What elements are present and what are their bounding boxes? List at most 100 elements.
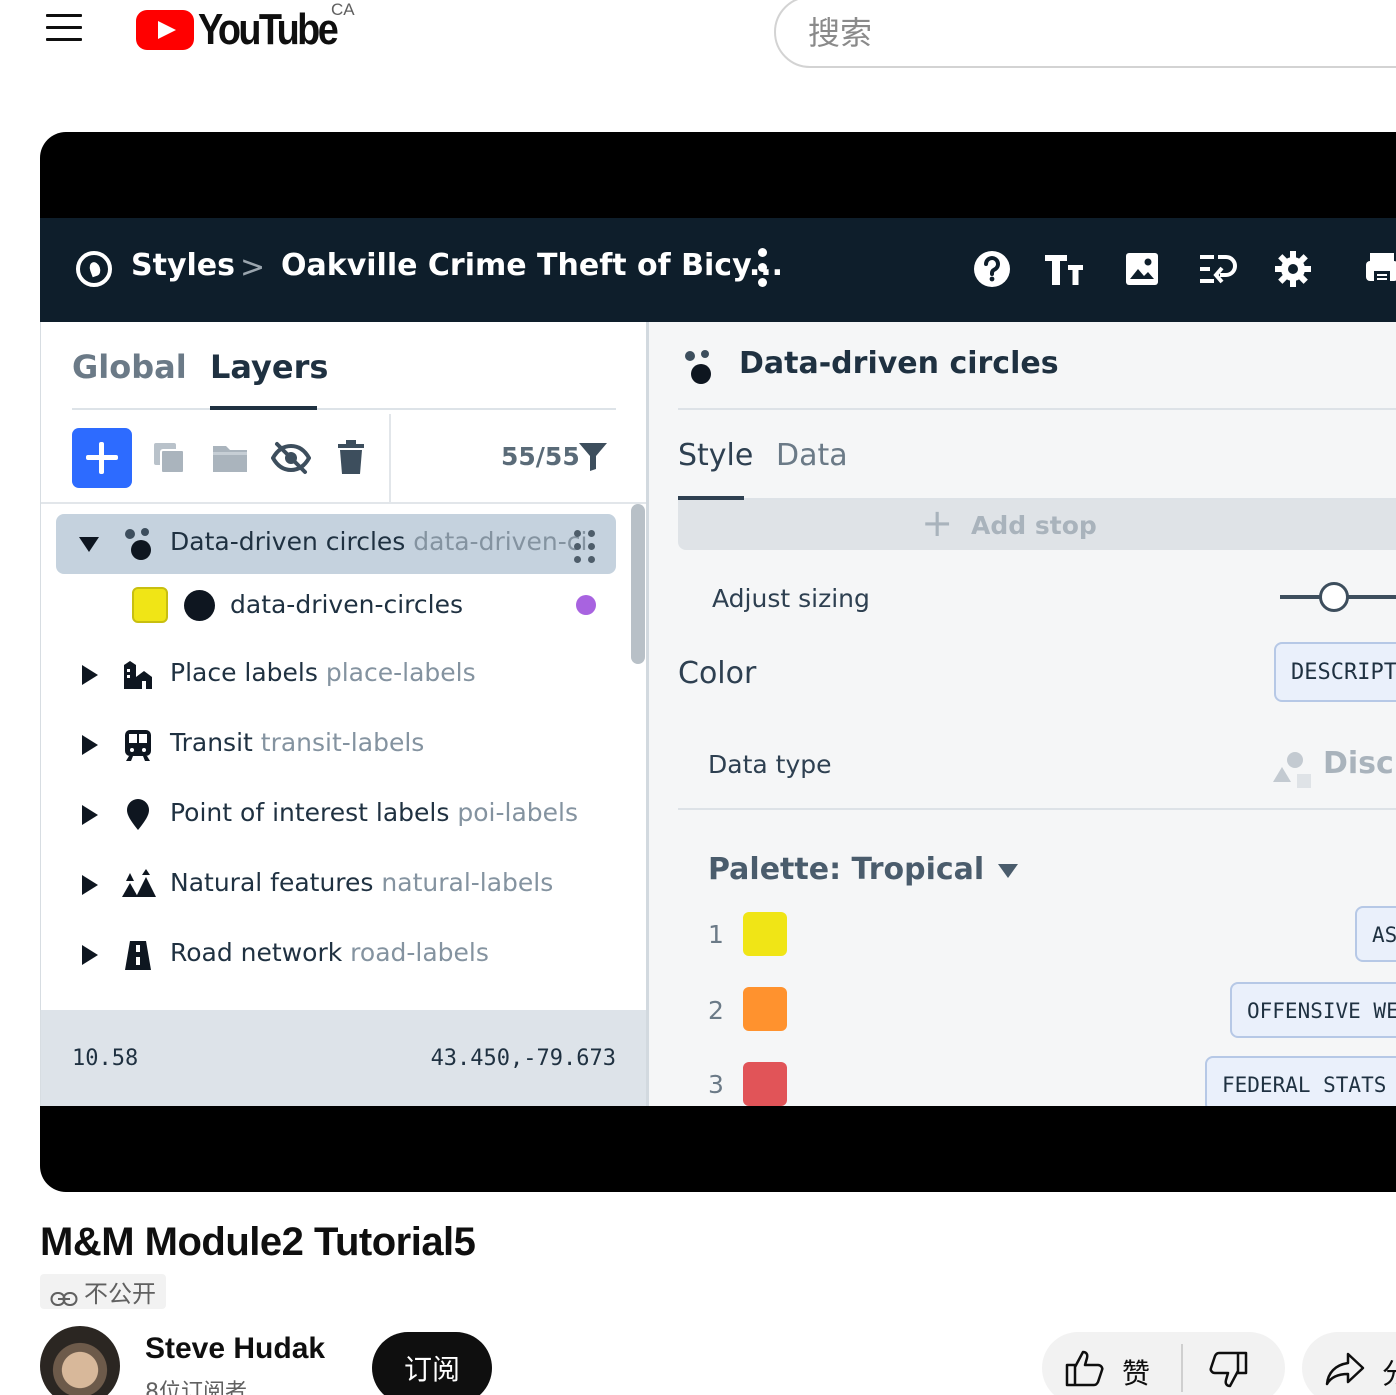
thumbs-up-icon (1065, 1350, 1104, 1387)
layer-id: poi-labels (457, 798, 578, 827)
channel-name[interactable]: Steve Hudak (145, 1332, 325, 1366)
list-divider (41, 502, 647, 504)
layer-label: Place labels place-labels (170, 658, 476, 687)
youtube-logo-text: YouTube (198, 5, 339, 54)
layer-name: Point of interest labels (170, 798, 450, 827)
palette-value-tag[interactable]: OFFENSIVE WE (1230, 982, 1396, 1038)
privacy-label: 不公开 (84, 1280, 156, 1308)
toolbar-divider (389, 414, 391, 502)
palette-value-tag[interactable]: FEDERAL STATS (1205, 1056, 1396, 1106)
layer-row-place-labels[interactable]: Place labels place-labels (56, 645, 616, 705)
hide-layer-icon[interactable] (269, 436, 313, 480)
app-logo-icon[interactable] (76, 251, 112, 287)
app-header: Styles > Oakville Crime Theft of Bicy... (40, 218, 1396, 322)
menu-icon[interactable] (46, 12, 82, 42)
layer-row-data-driven-circles[interactable]: Data-driven circles data-driven-ci (56, 514, 616, 574)
filter-icon[interactable] (577, 440, 609, 472)
plus-icon: + (921, 501, 954, 545)
data-type-value[interactable]: Discr (1323, 746, 1396, 781)
layer-label: Natural features natural-labels (170, 868, 553, 897)
place-labels-icon (120, 657, 156, 693)
layer-id: data-driven-ci (413, 527, 588, 556)
color-swatch[interactable] (132, 587, 168, 623)
collapse-caret-icon[interactable] (78, 532, 100, 556)
layer-name: Road network (170, 938, 343, 967)
tab-global[interactable]: Global (72, 348, 187, 386)
more-options-icon[interactable] (756, 248, 768, 288)
duplicate-icon[interactable] (147, 436, 191, 480)
palette-swatch-2[interactable] (743, 987, 787, 1031)
video-player[interactable]: Styles > Oakville Crime Theft of Bicy... (40, 132, 1396, 1192)
layers-panel: Global Layers 55/55 Data-driven circles … (40, 322, 647, 1106)
subscriber-count: 8位订阅者 (145, 1380, 247, 1395)
country-code: CA (331, 0, 355, 19)
layer-list-scrollbar[interactable] (631, 504, 645, 664)
help-icon[interactable] (970, 247, 1014, 291)
palette-value-tag[interactable]: AS (1355, 906, 1396, 962)
tab-style[interactable]: Style (678, 438, 753, 473)
breadcrumb-style-title[interactable]: Oakville Crime Theft of Bicy... (281, 248, 783, 283)
print-icon[interactable] (1360, 247, 1396, 291)
layer-row-poi-labels[interactable]: Point of interest labels poi-labels (56, 785, 616, 845)
tab-layers-indicator (210, 406, 317, 410)
share-button[interactable]: 分 (1302, 1332, 1396, 1395)
section-divider (678, 808, 1396, 810)
drag-handle-icon[interactable] (574, 530, 598, 564)
dropdown-caret-icon (998, 863, 1019, 878)
layer-name: Place labels (170, 658, 318, 687)
circles-layer-icon (681, 348, 715, 386)
sublayer-row[interactable]: data-driven-circles (56, 577, 616, 633)
layer-row-road-labels[interactable]: Road network road-labels (56, 925, 616, 985)
palette-item-number: 1 (708, 920, 724, 949)
palette-item-number: 2 (708, 996, 724, 1025)
layer-label: Point of interest labels poi-labels (170, 798, 578, 827)
search-input[interactable] (776, 0, 1396, 66)
settings-icon[interactable] (1271, 247, 1315, 291)
circle-symbol-icon (184, 590, 215, 621)
palette-swatch-1[interactable] (743, 912, 787, 956)
palette-swatch-3[interactable] (743, 1062, 787, 1106)
layer-count: 55/55 (501, 442, 580, 471)
like-dislike-group: 赞 (1042, 1332, 1285, 1395)
video-title: M&M Module2 Tutorial5 (40, 1220, 476, 1264)
add-stop-button[interactable]: + Add stop (678, 500, 1396, 550)
thumbs-down-icon (1209, 1351, 1248, 1388)
youtube-play-icon (136, 10, 194, 50)
layer-row-transit[interactable]: Transit transit-labels (56, 715, 616, 775)
sizing-slider-thumb[interactable] (1318, 582, 1349, 612)
dislike-button[interactable] (1183, 1332, 1285, 1395)
shapes-icon (1271, 746, 1315, 790)
expand-caret-icon[interactable] (78, 943, 100, 967)
breadcrumb-separator: > (240, 250, 266, 285)
privacy-badge: 不公开 (40, 1274, 166, 1309)
layer-id: road-labels (350, 938, 489, 967)
layer-name: Data-driven circles (170, 527, 406, 556)
search-box[interactable] (774, 0, 1396, 68)
palette-dropdown[interactable]: Palette: Tropical (708, 852, 1019, 887)
like-button[interactable]: 赞 (1042, 1332, 1180, 1395)
tab-data[interactable]: Data (776, 438, 848, 473)
tab-layers[interactable]: Layers (210, 348, 328, 386)
folder-icon[interactable] (208, 436, 252, 480)
expand-caret-icon[interactable] (78, 663, 100, 687)
data-type-label: Data type (708, 750, 832, 779)
expand-caret-icon[interactable] (78, 733, 100, 757)
expand-caret-icon[interactable] (78, 873, 100, 897)
typography-icon[interactable] (1042, 247, 1086, 291)
delete-icon[interactable] (329, 436, 373, 480)
channel-avatar[interactable] (40, 1326, 120, 1395)
status-dot (576, 595, 596, 615)
palette-label: Palette: Tropical (708, 852, 985, 887)
breadcrumb-styles[interactable]: Styles (131, 248, 235, 283)
subscribe-button[interactable]: 订阅 (372, 1332, 492, 1395)
expand-caret-icon[interactable] (78, 803, 100, 827)
image-icon[interactable] (1120, 247, 1164, 291)
color-field-button[interactable]: DESCRIPT (1274, 642, 1396, 702)
youtube-logo[interactable]: YouTube (136, 5, 359, 54)
layer-id: natural-labels (381, 868, 554, 897)
add-layer-button[interactable] (72, 428, 132, 488)
wrap-text-icon[interactable] (1196, 247, 1240, 291)
layer-row-natural-labels[interactable]: Natural features natural-labels (56, 855, 616, 915)
map-pin-icon (120, 797, 156, 833)
palette-item-number: 3 (708, 1070, 724, 1099)
